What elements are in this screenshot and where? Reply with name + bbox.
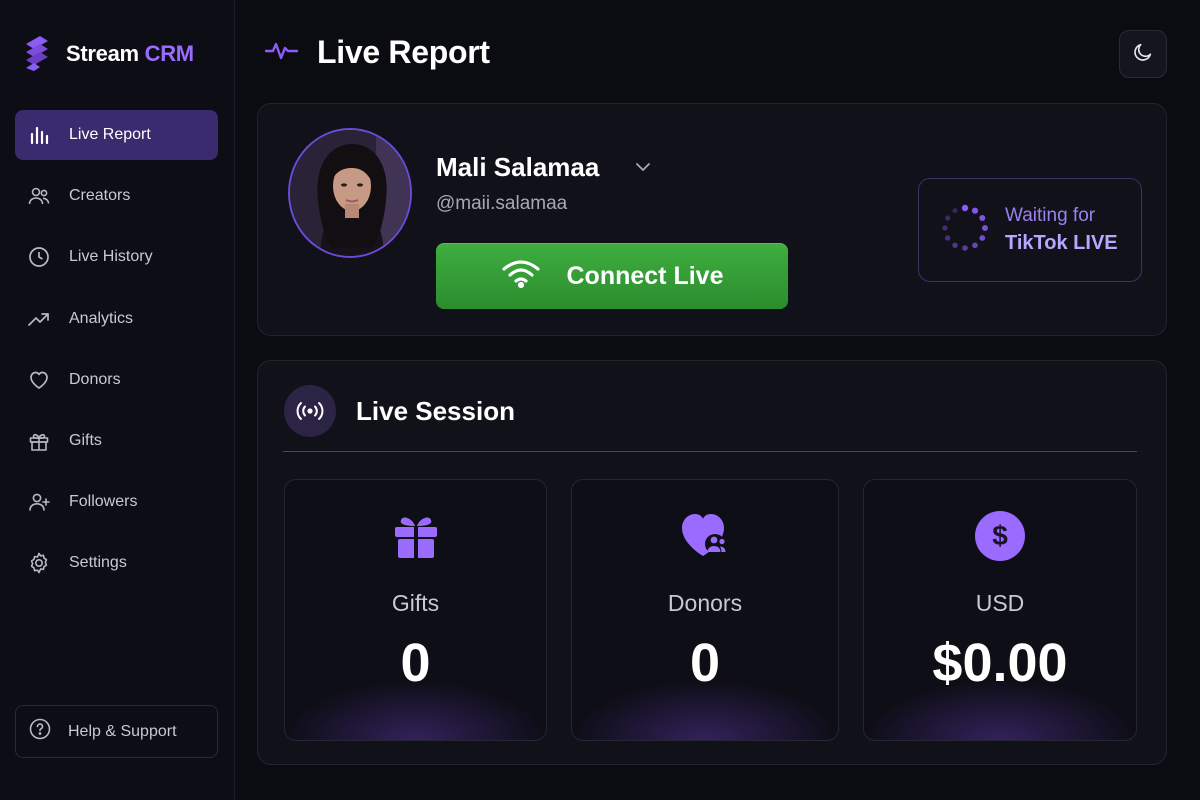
profile-name: Mali Salamaa (436, 152, 600, 182)
heart-users-icon (572, 510, 838, 560)
connect-live-button[interactable]: Connect Live (436, 243, 788, 309)
sidebar-item-donors[interactable]: Donors (15, 355, 218, 405)
sidebar-item-settings[interactable]: Settings (15, 538, 218, 588)
brand[interactable]: Stream CRM (22, 34, 194, 74)
gift-icon (285, 510, 546, 560)
stat-card-gifts: Gifts 0 (284, 479, 547, 741)
pulse-icon (264, 38, 299, 67)
gift-icon (27, 429, 51, 453)
sidebar-item-analytics[interactable]: Analytics (15, 294, 218, 344)
page-title: Live Report (317, 34, 490, 70)
sidebar-nav: Live Report Creators Live History Analyt… (15, 110, 218, 599)
sidebar-item-live-history[interactable]: Live History (15, 232, 218, 282)
sidebar: Stream CRM Live Report Creators Live His… (0, 0, 235, 800)
users-icon (27, 184, 51, 208)
brand-name-part2: CRM (144, 41, 195, 66)
theme-toggle-button[interactable] (1119, 30, 1167, 78)
help-circle-icon (28, 717, 52, 746)
bar-chart-icon (27, 123, 51, 147)
session-header: Live Session (284, 385, 515, 437)
page-header: Live Report (264, 34, 490, 71)
stat-card-donors: Donors 0 (571, 479, 839, 741)
user-plus-icon (27, 490, 51, 514)
profile-card: Mali Salamaa @maii.salamaa Connect Live … (257, 103, 1167, 336)
connect-live-label: Connect Live (566, 261, 724, 290)
profile-handle: @maii.salamaa (436, 193, 568, 214)
app-root: Stream CRM Live Report Creators Live His… (0, 0, 1200, 800)
trend-up-icon (27, 307, 51, 331)
waiting-status: Waiting for TikTok LIVE (918, 178, 1142, 282)
help-support-button[interactable]: Help & Support (15, 705, 218, 758)
clock-icon (27, 245, 51, 269)
session-title: Live Session (356, 395, 515, 426)
waiting-text: Waiting for TikTok LIVE (1005, 203, 1118, 258)
svg-text:$: $ (992, 520, 1008, 551)
stat-label: Donors (667, 590, 743, 616)
dollar-icon: $ (864, 510, 1136, 562)
sidebar-item-label: Live History (69, 248, 153, 265)
sidebar-item-label: Donors (69, 371, 121, 388)
broadcast-icon (284, 385, 336, 437)
help-support-label: Help & Support (68, 722, 177, 740)
sidebar-item-label: Analytics (69, 310, 134, 327)
brand-name-part1: Stream (66, 41, 139, 66)
stream-s-logo-icon (22, 34, 52, 74)
wifi-icon (501, 258, 541, 295)
stat-value: 0 (400, 633, 431, 693)
session-divider (283, 451, 1137, 452)
chevron-down-icon[interactable] (635, 159, 651, 177)
sidebar-item-label: Live Report (69, 126, 151, 143)
sidebar-item-label: Creators (69, 187, 131, 204)
stat-value: $0.00 (932, 633, 1068, 693)
sidebar-item-live-report[interactable]: Live Report (15, 110, 218, 160)
sidebar-item-label: Followers (69, 493, 138, 510)
sidebar-item-creators[interactable]: Creators (15, 171, 218, 221)
brand-name: Stream CRM (66, 41, 194, 67)
stat-label: USD (975, 590, 1025, 616)
gear-icon (27, 551, 51, 575)
profile-name-row[interactable]: Mali Salamaa (436, 152, 651, 183)
sidebar-item-label: Gifts (69, 432, 102, 449)
waiting-line1: Waiting for (1005, 204, 1096, 226)
heart-icon (27, 368, 51, 392)
sidebar-item-followers[interactable]: Followers (15, 477, 218, 527)
sidebar-item-gifts[interactable]: Gifts (15, 416, 218, 466)
avatar (288, 128, 412, 258)
sidebar-item-label: Settings (69, 554, 127, 571)
waiting-line2: TikTok LIVE (1005, 232, 1118, 255)
stat-value: 0 (689, 633, 721, 693)
stat-card-usd: $ USD $0.00 (863, 479, 1137, 741)
loading-spinner-icon (939, 202, 991, 259)
moon-icon (1132, 41, 1154, 68)
stat-label: Gifts (391, 590, 440, 616)
live-session-card: Live Session Gifts 0 Donors 0 $ USD $0.0… (257, 360, 1167, 765)
